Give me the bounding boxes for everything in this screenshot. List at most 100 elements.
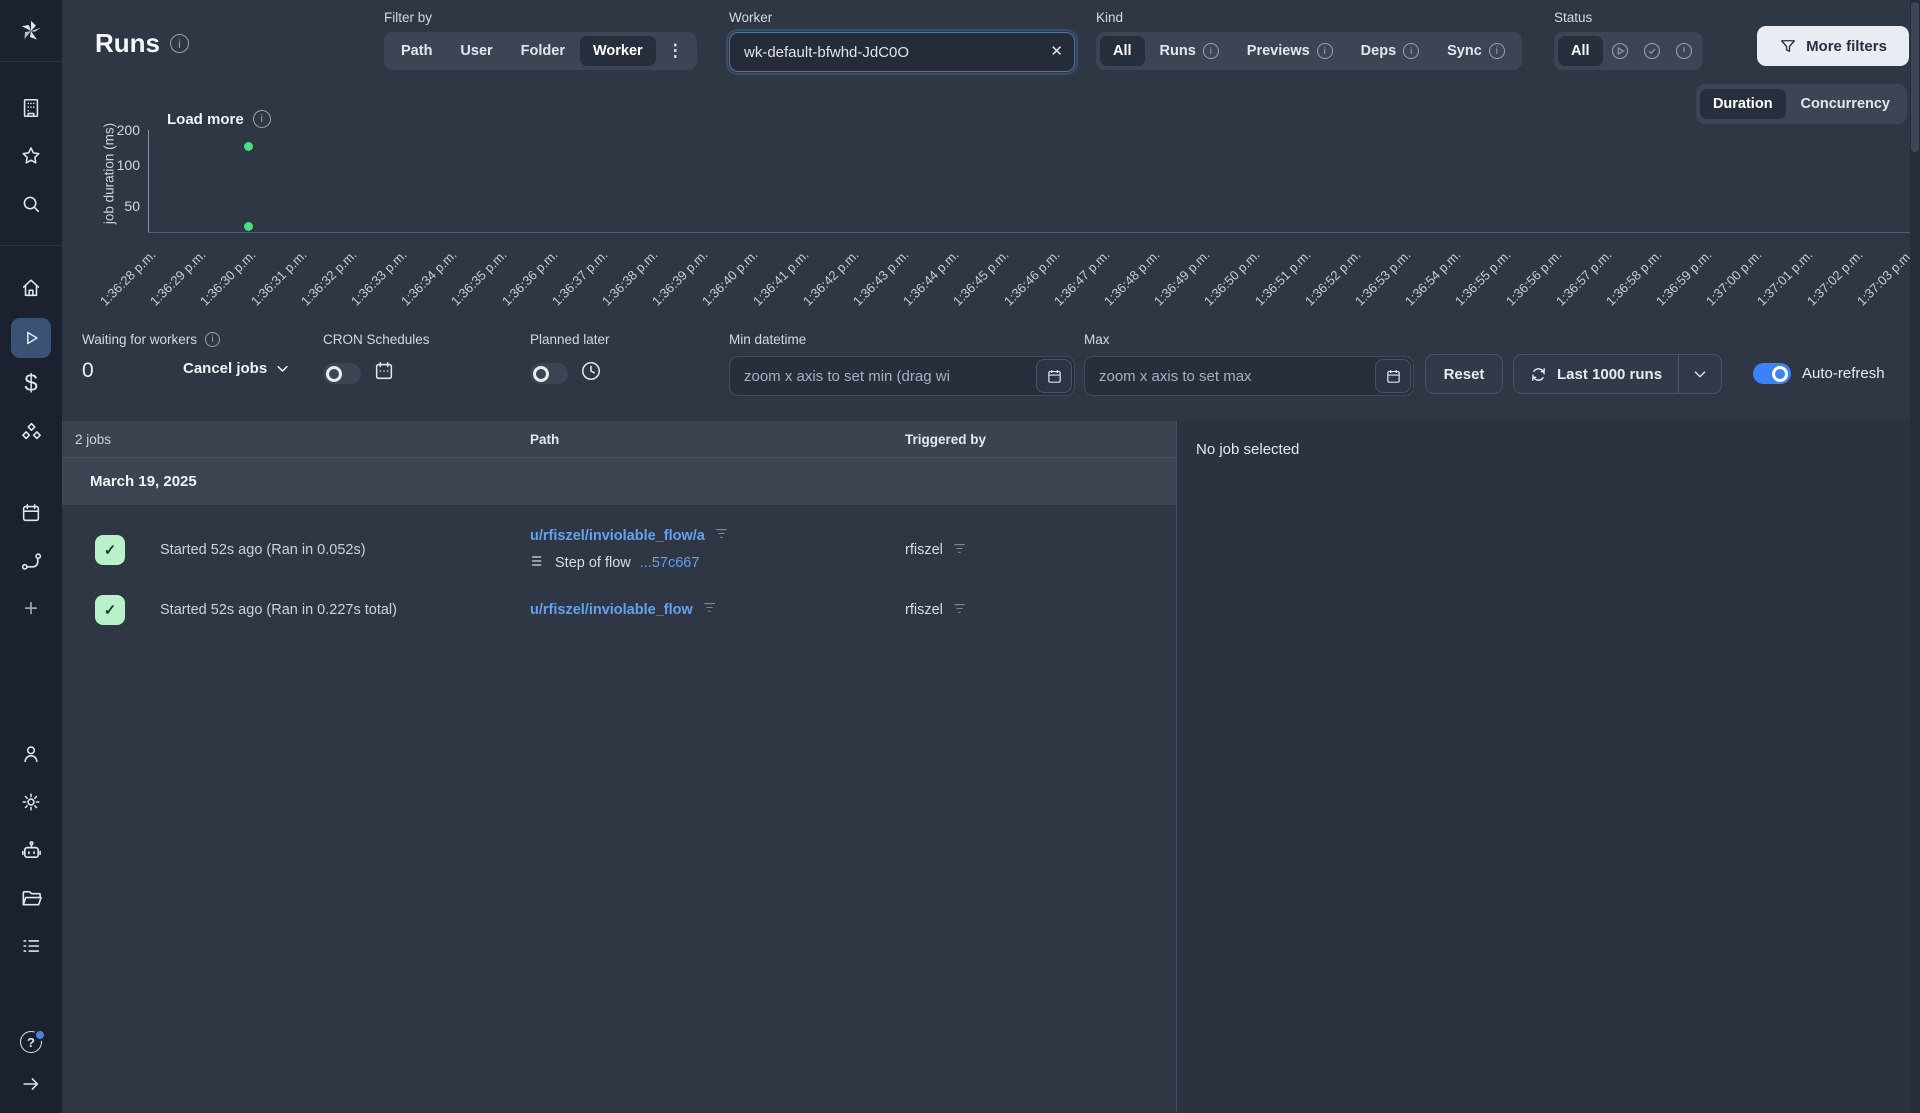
- runs-chart[interactable]: Duration Concurrency Load more i job dur…: [62, 66, 1916, 326]
- runs-info-icon[interactable]: i: [170, 34, 189, 53]
- kind-sync-button[interactable]: Sync i: [1434, 36, 1518, 66]
- sidebar-item-search[interactable]: [0, 184, 62, 224]
- status-failure-button[interactable]: [1669, 41, 1699, 61]
- sidebar-item-add[interactable]: +: [0, 589, 62, 629]
- triggered-by-user: rfiszel: [905, 602, 943, 618]
- sidebar-item-favorites[interactable]: [0, 136, 62, 176]
- more-filters-button[interactable]: More filters: [1757, 26, 1909, 66]
- page-title: Runs i: [95, 28, 189, 59]
- planned-later-toggle[interactable]: [530, 363, 568, 384]
- sidebar-item-resources[interactable]: [0, 412, 62, 452]
- filter-by-more-button[interactable]: ⋮: [658, 34, 693, 68]
- filter-by-label: Filter by: [384, 10, 433, 25]
- parent-flow-link[interactable]: ...57c667: [640, 555, 700, 571]
- sidebar-item-runs[interactable]: [11, 318, 51, 358]
- last-runs-button[interactable]: Last 1000 runs: [1514, 355, 1678, 393]
- success-check-badge: ✓: [95, 535, 125, 565]
- cubes-icon: [21, 422, 41, 439]
- info-icon: i: [1316, 43, 1333, 59]
- cancel-jobs-button[interactable]: Cancel jobs: [183, 360, 290, 377]
- search-icon: [23, 196, 40, 213]
- check-circle-icon: [1643, 42, 1660, 60]
- calendar-icon: [373, 360, 395, 387]
- filter-by-worker-button[interactable]: Worker: [579, 36, 656, 66]
- sidebar-item-schedules[interactable]: [0, 493, 62, 533]
- column-path: Path: [530, 431, 560, 447]
- column-triggered-by: Triggered by: [905, 431, 987, 447]
- sidebar-item-workspace[interactable]: [0, 88, 62, 128]
- clear-worker-icon[interactable]: ✕: [1050, 42, 1063, 60]
- kebab-icon: ⋮: [666, 41, 684, 60]
- sidebar-item-home[interactable]: [0, 268, 62, 308]
- sidebar-item-settings[interactable]: [0, 782, 62, 822]
- min-datetime-input[interactable]: [729, 356, 1075, 396]
- table-row[interactable]: ✓ Started 52s ago (Ran in 0.052s) u/rfis…: [62, 519, 1176, 587]
- sidebar-item-triggers[interactable]: [0, 541, 62, 581]
- dollar-icon: $: [24, 370, 38, 397]
- job-duration-point[interactable]: [243, 222, 253, 232]
- job-duration-point[interactable]: [243, 141, 253, 151]
- filter-by-path-icon[interactable]: [715, 527, 728, 545]
- filter-by-user-button[interactable]: User: [447, 36, 505, 66]
- sidebar-item-help[interactable]: ?: [0, 1022, 62, 1062]
- kind-group: Kind All Runs i Previews i Deps i Sync i: [1096, 10, 1522, 70]
- worker-filter-group: Worker ✕: [726, 10, 1078, 75]
- min-datetime-calendar-button[interactable]: [1036, 359, 1072, 393]
- kind-runs-button[interactable]: Runs i: [1147, 36, 1232, 66]
- max-datetime-input[interactable]: [1084, 356, 1414, 396]
- last-runs-chevron-button[interactable]: [1678, 355, 1721, 393]
- status-running-button[interactable]: [1605, 41, 1635, 61]
- funnel-icon: [1781, 40, 1796, 52]
- status-success-button[interactable]: [1637, 41, 1667, 61]
- play-icon: [27, 331, 38, 345]
- filter-by-path-icon[interactable]: [703, 601, 716, 619]
- cron-toggle[interactable]: [323, 363, 361, 384]
- topbar: Runs i Filter by Path User Folder Worker…: [62, 0, 1910, 75]
- filter-by-user-icon[interactable]: [953, 542, 966, 559]
- sidebar-item-account[interactable]: [0, 734, 62, 774]
- filter-by-folder-button[interactable]: Folder: [508, 36, 578, 66]
- info-icon: i: [1488, 43, 1505, 59]
- last-runs-dropdown: Last 1000 runs: [1513, 354, 1723, 394]
- y-axis-label: job duration (ms): [101, 122, 117, 225]
- status-all-button[interactable]: All: [1558, 36, 1603, 66]
- no-job-selected-text: No job selected: [1196, 441, 1300, 458]
- job-rows: ✓ Started 52s ago (Ran in 0.052s) u/rfis…: [62, 505, 1176, 639]
- chart-view-toggle: Duration Concurrency: [1695, 84, 1907, 124]
- scrollbar-track[interactable]: [1910, 0, 1920, 1113]
- auto-refresh-toggle[interactable]: [1753, 363, 1791, 384]
- jobs-count: 2 jobs: [75, 431, 112, 447]
- filter-by-user-icon[interactable]: [953, 602, 966, 619]
- sidebar-item-workers[interactable]: [0, 830, 62, 870]
- sidebar-item-groups[interactable]: [0, 926, 62, 966]
- reset-button[interactable]: Reset: [1425, 354, 1503, 394]
- list-header: 2 jobs Path Triggered by: [62, 421, 1176, 457]
- max-datetime-calendar-button[interactable]: [1375, 359, 1411, 393]
- kind-previews-button[interactable]: Previews i: [1234, 36, 1346, 66]
- building-icon: [23, 98, 39, 118]
- kind-all-button[interactable]: All: [1100, 36, 1145, 66]
- duration-tab[interactable]: Duration: [1699, 89, 1786, 119]
- chevron-down-icon: [277, 365, 288, 372]
- job-started-text: Started 52s ago (Ran in 0.227s total): [160, 602, 397, 618]
- concurrency-tab[interactable]: Concurrency: [1788, 89, 1903, 119]
- sidebar-item-folders[interactable]: [0, 878, 62, 918]
- flow-steps-icon: [530, 553, 546, 573]
- table-row[interactable]: ✓ Started 52s ago (Ran in 0.227s total) …: [62, 587, 1176, 639]
- notification-dot: [34, 1029, 46, 1041]
- windmill-logo-icon[interactable]: [0, 0, 62, 62]
- scrollbar-thumb[interactable]: [1911, 2, 1919, 152]
- kind-deps-button[interactable]: Deps i: [1348, 36, 1432, 66]
- job-path-link[interactable]: u/rfiszel/inviolable_flow: [530, 602, 693, 618]
- info-icon: i: [252, 110, 271, 128]
- auto-refresh-label: Auto-refresh: [1802, 365, 1885, 382]
- planned-later-group: Planned later: [530, 332, 610, 387]
- filter-by-path-button[interactable]: Path: [388, 36, 445, 66]
- job-path-link[interactable]: u/rfiszel/inviolable_flow/a: [530, 528, 705, 544]
- load-more-button[interactable]: Load more i: [167, 110, 271, 128]
- sidebar-item-collapse[interactable]: [0, 1064, 62, 1104]
- alert-circle-icon: [1675, 42, 1692, 60]
- help-icon: ?: [20, 1029, 46, 1053]
- status-group: Status All: [1554, 10, 1703, 70]
- sidebar-item-variables[interactable]: $: [0, 364, 62, 404]
